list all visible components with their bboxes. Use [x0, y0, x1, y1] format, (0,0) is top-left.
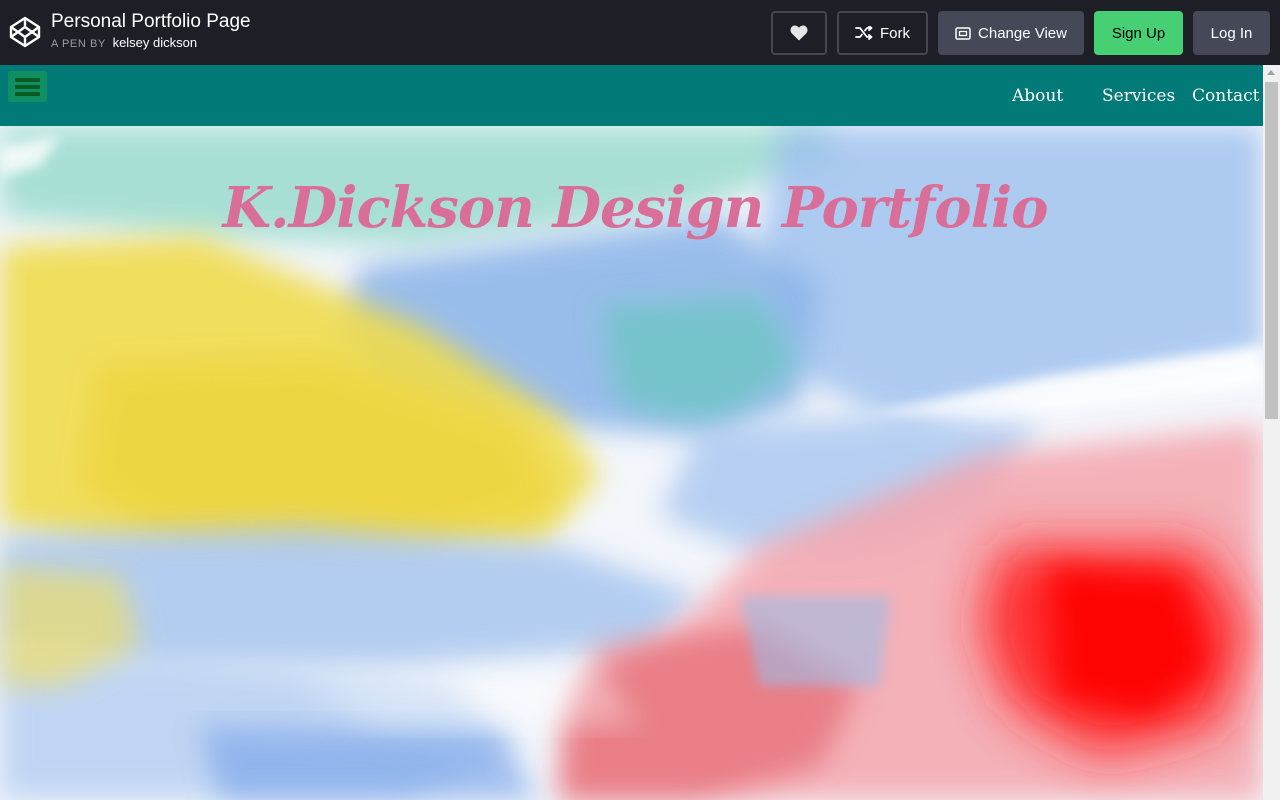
- site-navbar: About Services Contact: [0, 65, 1263, 126]
- layout-icon: [955, 26, 971, 40]
- sign-up-button[interactable]: Sign Up: [1094, 11, 1183, 55]
- hero-section: K.Dickson Design Portfolio: [0, 126, 1263, 800]
- pen-preview: About Services Contact K.Dickson Design …: [0, 65, 1280, 800]
- nav-link-about[interactable]: About: [1012, 85, 1063, 107]
- pen-title-block: Personal Portfolio Page A PEN BY kelsey …: [51, 10, 251, 52]
- hamburger-menu-icon[interactable]: [8, 71, 47, 102]
- author-link[interactable]: kelsey dickson: [113, 35, 198, 50]
- pen-byline: A PEN BY kelsey dickson: [51, 35, 251, 52]
- vertical-scrollbar[interactable]: [1263, 65, 1280, 800]
- nav-link-contact[interactable]: Contact: [1192, 85, 1260, 107]
- log-in-button[interactable]: Log In: [1193, 11, 1270, 55]
- heart-icon: [790, 25, 808, 41]
- fork-button[interactable]: Fork: [837, 11, 928, 55]
- pen-by-label: A PEN BY: [51, 38, 106, 50]
- hero-title: K.Dickson Design Portfolio: [222, 175, 1048, 241]
- pen-title: Personal Portfolio Page: [51, 11, 251, 32]
- fork-icon: [855, 26, 873, 40]
- fork-label: Fork: [880, 24, 910, 42]
- change-view-button[interactable]: Change View: [938, 11, 1084, 55]
- codepen-logo-icon[interactable]: [9, 16, 41, 48]
- codepen-header: Personal Portfolio Page A PEN BY kelsey …: [0, 0, 1280, 65]
- change-view-label: Change View: [978, 24, 1067, 42]
- scroll-up-arrow-icon[interactable]: [1267, 70, 1275, 75]
- scroll-thumb[interactable]: [1265, 82, 1278, 419]
- nav-link-services[interactable]: Services: [1102, 85, 1175, 107]
- heart-button[interactable]: [771, 11, 827, 55]
